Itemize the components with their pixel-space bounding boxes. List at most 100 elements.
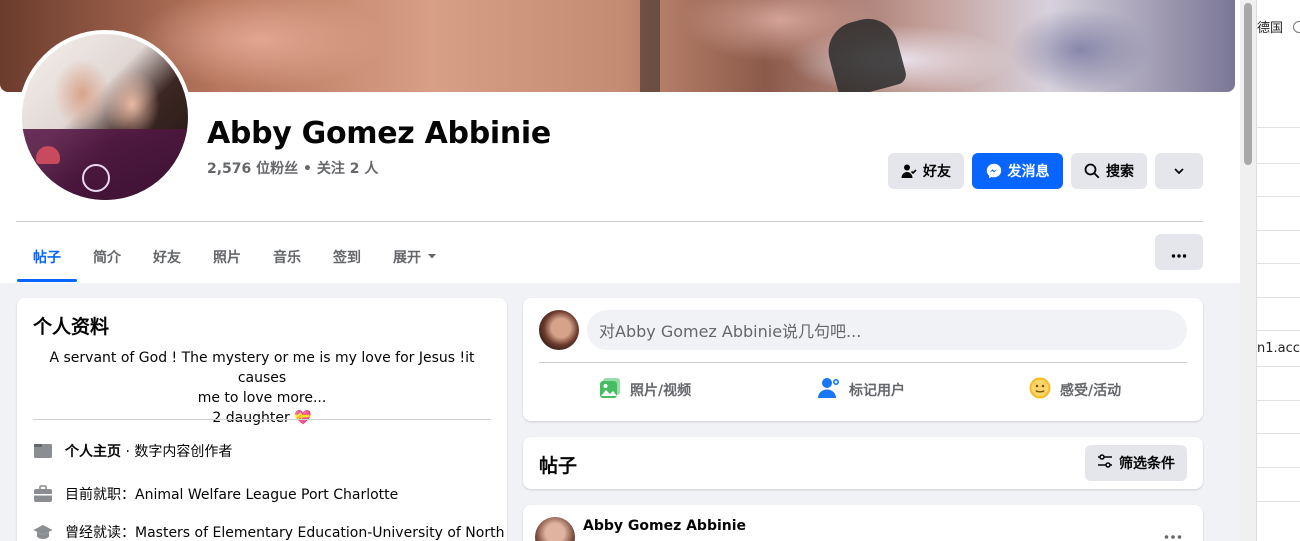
side-divider [1257, 263, 1300, 264]
intro-card: 个人资料 A servant of God ! The mystery or m… [17, 298, 507, 541]
posts-header: 帖子 筛选条件 [523, 437, 1203, 489]
briefcase-icon [33, 484, 53, 504]
message-button[interactable]: 发消息 [972, 153, 1063, 189]
profile-name: Abby Gomez Abbinie [207, 116, 551, 151]
page-label: 个人主页 [65, 444, 121, 460]
tab-label: 展开 [393, 250, 421, 266]
tab-label: 帖子 [33, 250, 61, 266]
flag-icon [33, 441, 53, 461]
cover-photo[interactable] [0, 0, 1235, 92]
side-divider [1257, 196, 1300, 197]
person-check-icon [901, 163, 917, 179]
bio-line: me to love more... [197, 390, 327, 406]
page-scrollbar[interactable] [1240, 0, 1256, 541]
side-divider [1257, 297, 1300, 298]
photo-video-button[interactable]: 照片/视频 [598, 376, 691, 404]
composer-avatar[interactable] [539, 310, 579, 350]
search-icon [1084, 163, 1100, 179]
post-composer: 对Abby Gomez Abbinie说几句吧... 照片/视频 标记用户 感受… [523, 298, 1203, 421]
tab-friends[interactable]: 好友 [137, 232, 197, 282]
main-page: Abby Gomez Abbinie 2,576 位粉丝 • 关注 2 人 好友… [0, 0, 1240, 541]
post-author-avatar[interactable] [535, 517, 575, 541]
post-card: Abby Gomez Abbinie [523, 505, 1203, 541]
tabs-overflow-button[interactable] [1155, 234, 1203, 270]
tab-label: 签到 [333, 250, 361, 266]
page-category: · 数字内容创作者 [121, 444, 233, 460]
tag-people-label: 标记用户 [849, 383, 905, 399]
intro-bio: A servant of God ! The mystery or me is … [33, 348, 491, 428]
edu-prefix: 曾经就读： [65, 525, 135, 541]
friends-button[interactable]: 好友 [888, 153, 964, 189]
photo-icon [598, 376, 622, 404]
work-link[interactable]: Animal Welfare League Port Charlotte [135, 487, 398, 503]
side-divider [1257, 127, 1300, 128]
intro-title: 个人资料 [33, 316, 110, 338]
badge-icon [82, 164, 110, 192]
intro-page-category: 个人主页 · 数字内容创作者 [33, 441, 232, 461]
posts-title: 帖子 [539, 455, 578, 477]
profile-avatar[interactable] [18, 30, 192, 204]
photo-video-label: 照片/视频 [630, 383, 692, 399]
search-button[interactable]: 搜索 [1071, 153, 1147, 189]
side-divider [1257, 163, 1300, 164]
mushroom-icon [36, 146, 60, 164]
side-divider [1257, 467, 1300, 468]
side-divider [1257, 366, 1300, 367]
ellipsis-icon [1171, 243, 1187, 262]
tab-checkins[interactable]: 签到 [317, 232, 377, 282]
side-text-account: n1.acco [1257, 341, 1300, 356]
side-divider [1257, 330, 1300, 331]
filter-sliders-icon [1097, 454, 1113, 472]
side-divider [1257, 400, 1300, 401]
tab-label: 音乐 [273, 250, 301, 266]
more-options-button[interactable] [1155, 153, 1203, 189]
filter-label: 筛选条件 [1119, 456, 1175, 472]
avatar-image [22, 34, 188, 200]
tab-label: 好友 [153, 250, 181, 266]
caret-down-icon [427, 249, 437, 265]
tab-more[interactable]: 展开 [377, 232, 453, 282]
side-divider [1257, 433, 1300, 434]
feeling-activity-button[interactable]: 感受/活动 [1028, 376, 1121, 404]
bio-line: A servant of God ! The mystery or me is … [49, 350, 475, 386]
cover-photo-detail [821, 12, 909, 92]
intro-divider [33, 419, 491, 420]
tab-posts[interactable]: 帖子 [17, 232, 77, 282]
graduation-cap-icon [33, 522, 53, 541]
side-divider [1257, 230, 1300, 231]
friends-button-label: 好友 [923, 164, 951, 180]
tag-people-icon [817, 376, 841, 404]
scrollbar-thumb[interactable] [1244, 3, 1252, 165]
message-button-label: 发消息 [1007, 164, 1050, 180]
ellipsis-icon [1164, 524, 1182, 541]
side-text-country: 德国 [1257, 21, 1284, 36]
tab-photos[interactable]: 照片 [197, 232, 257, 282]
intro-education: 曾经就读：Masters of Elementary Education-Uni… [33, 522, 504, 541]
tab-label: 简介 [93, 250, 121, 266]
work-prefix: 目前就职： [65, 487, 135, 503]
radio-button[interactable] [1293, 21, 1300, 33]
composer-divider [539, 362, 1187, 363]
side-divider [1257, 501, 1300, 502]
post-author-name[interactable]: Abby Gomez Abbinie [583, 518, 746, 534]
messenger-icon [986, 163, 1002, 179]
composer-input[interactable]: 对Abby Gomez Abbinie说几句吧... [587, 310, 1187, 350]
profile-stats[interactable]: 2,576 位粉丝 • 关注 2 人 [207, 158, 378, 178]
profile-tabs: 帖子 简介 好友 照片 音乐 签到 展开 [17, 232, 453, 282]
smiley-icon [1028, 376, 1052, 404]
chevron-down-icon [1173, 165, 1185, 177]
feeling-activity-label: 感受/活动 [1060, 383, 1122, 399]
bio-line: 2 daughter 💝 [212, 410, 312, 426]
intro-work: 目前就职：Animal Welfare League Port Charlott… [33, 484, 398, 504]
tab-label: 照片 [213, 250, 241, 266]
cover-photo-detail [640, 0, 660, 92]
filter-button[interactable]: 筛选条件 [1085, 445, 1187, 481]
post-options-button[interactable] [1159, 523, 1187, 541]
tab-about[interactable]: 简介 [77, 232, 137, 282]
tab-music[interactable]: 音乐 [257, 232, 317, 282]
header-divider [16, 221, 1203, 222]
edu-link[interactable]: Masters of Elementary Education-Universi… [135, 525, 504, 541]
search-button-label: 搜索 [1106, 164, 1134, 180]
side-panel: 德国 n1.acco [1256, 0, 1300, 541]
tag-people-button[interactable]: 标记用户 [817, 376, 905, 404]
